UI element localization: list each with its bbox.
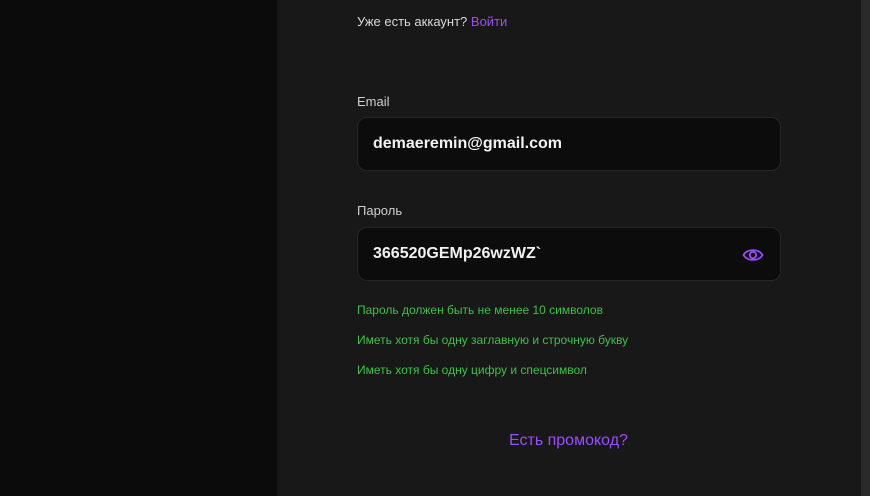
password-rule-length: Пароль должен быть не менее 10 символов <box>357 303 603 317</box>
email-label: Email <box>357 94 390 109</box>
password-label: Пароль <box>357 203 403 218</box>
left-pane <box>0 0 277 496</box>
login-link[interactable]: Войти <box>471 14 507 29</box>
have-account-text: Уже есть аккаунт? <box>357 14 468 29</box>
password-value: 366520GEMp26wzWZ` <box>373 245 542 262</box>
have-account-row: Уже есть аккаунт? Войти <box>357 14 507 29</box>
password-rule-digit-symbol: Иметь хотя бы одну цифру и спецсимвол <box>357 363 587 377</box>
email-field[interactable]: demaeremin@gmail.com <box>357 117 781 171</box>
signup-page: Уже есть аккаунт? Войти Email demaeremin… <box>0 0 870 496</box>
email-value: demaeremin@gmail.com <box>373 135 562 152</box>
promo-code-link[interactable]: Есть промокод? <box>509 432 628 450</box>
eye-icon[interactable] <box>742 245 764 265</box>
password-rule-case: Иметь хотя бы одну заглавную и строчную … <box>357 333 629 347</box>
password-field[interactable]: 366520GEMp26wzWZ` <box>357 227 781 281</box>
scrollbar[interactable] <box>861 0 870 496</box>
